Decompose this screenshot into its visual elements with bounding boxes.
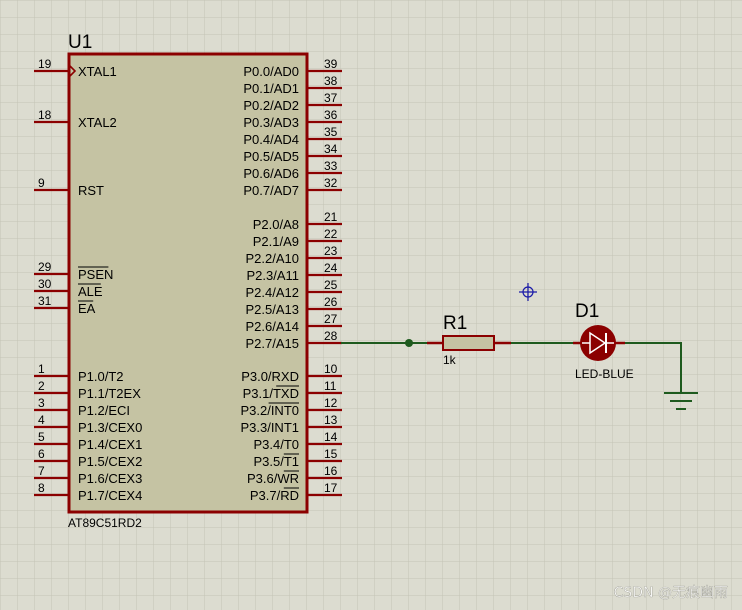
pin-name: EA bbox=[78, 301, 96, 316]
pin-number: 27 bbox=[324, 312, 338, 326]
pin-number: 18 bbox=[38, 108, 52, 122]
pin-number: 37 bbox=[324, 91, 338, 105]
pin-number: 31 bbox=[38, 294, 52, 308]
pin-number: 5 bbox=[38, 430, 45, 444]
pin-name: P2.5/A13 bbox=[246, 302, 300, 317]
pin-number: 19 bbox=[38, 57, 52, 71]
pin-name: P2.2/A10 bbox=[246, 251, 300, 266]
chip-ref-label: U1 bbox=[68, 32, 92, 53]
pin-name: P3.0/RXD bbox=[241, 369, 299, 384]
pin-number: 30 bbox=[38, 277, 52, 291]
pin-number: 6 bbox=[38, 447, 45, 461]
pin-name: P0.0/AD0 bbox=[243, 64, 299, 79]
pin-name: P0.6/AD6 bbox=[243, 166, 299, 181]
junction-dot bbox=[405, 339, 413, 347]
chip-u1[interactable]: U1 AT89C51RD2 19 XTAL118 XTAL29 RST29 PSEN30… bbox=[34, 32, 342, 530]
pin-number: 26 bbox=[324, 295, 338, 309]
schematic-canvas[interactable]: U1 AT89C51RD2 19 XTAL118 XTAL29 RST29 PSEN30… bbox=[0, 0, 742, 610]
resistor-ref-label: R1 bbox=[443, 313, 467, 334]
pin-number: 17 bbox=[324, 481, 338, 495]
pin-name: XTAL2 bbox=[78, 115, 117, 130]
pin-name: P1.0/T2 bbox=[78, 369, 124, 384]
pin-number: 22 bbox=[324, 227, 338, 241]
pin-number: 35 bbox=[324, 125, 338, 139]
pin-number: 12 bbox=[324, 396, 338, 410]
pin-number: 9 bbox=[38, 176, 45, 190]
pin-number: 2 bbox=[38, 379, 45, 393]
pin-name: P3.4/T0 bbox=[253, 437, 299, 452]
pin-number: 36 bbox=[324, 108, 338, 122]
led-part-label: LED-BLUE bbox=[575, 367, 634, 381]
pin-number: 29 bbox=[38, 260, 52, 274]
pin-number: 8 bbox=[38, 481, 45, 495]
pin-number: 24 bbox=[324, 261, 338, 275]
pin-name: P1.3/CEX0 bbox=[78, 420, 142, 435]
pin-number: 13 bbox=[324, 413, 338, 427]
pin-name: P3.2/INT0 bbox=[240, 403, 299, 418]
pin-number: 38 bbox=[324, 74, 338, 88]
pin-number: 16 bbox=[324, 464, 338, 478]
pin-name: P1.6/CEX3 bbox=[78, 471, 142, 486]
pin-number: 1 bbox=[38, 362, 45, 376]
pin-name: P1.1/T2EX bbox=[78, 386, 141, 401]
pin-name: P1.5/CEX2 bbox=[78, 454, 142, 469]
pin-name: P3.3/INT1 bbox=[240, 420, 299, 435]
pin-name: PSEN bbox=[78, 267, 113, 282]
chip-part-label: AT89C51RD2 bbox=[68, 516, 142, 530]
pin-number: 25 bbox=[324, 278, 338, 292]
pin-name: ALE bbox=[78, 284, 103, 299]
pin-number: 23 bbox=[324, 244, 338, 258]
resistor-body[interactable] bbox=[442, 335, 495, 351]
pin-name: P3.1/TXD bbox=[243, 386, 299, 401]
pin-number: 7 bbox=[38, 464, 45, 478]
pin-name: P1.2/ECI bbox=[78, 403, 130, 418]
pin-number: 33 bbox=[324, 159, 338, 173]
pin-name: P0.3/AD3 bbox=[243, 115, 299, 130]
pin-name: P0.4/AD4 bbox=[243, 132, 299, 147]
pin-name: P2.4/A12 bbox=[246, 285, 300, 300]
pin-number: 11 bbox=[324, 379, 337, 393]
pin-name: P2.1/A9 bbox=[253, 234, 299, 249]
pin-name: RST bbox=[78, 183, 104, 198]
pin-number: 21 bbox=[324, 210, 338, 224]
pin-number: 3 bbox=[38, 396, 45, 410]
pin-name: P0.2/AD2 bbox=[243, 98, 299, 113]
pin-name: P0.1/AD1 bbox=[243, 81, 299, 96]
led-ref-label: D1 bbox=[575, 301, 599, 322]
pin-number: 32 bbox=[324, 176, 338, 190]
resistor-value-label: 1k bbox=[443, 353, 457, 367]
pin-name: P2.0/A8 bbox=[253, 217, 299, 232]
pin-name: P2.6/A14 bbox=[246, 319, 300, 334]
pin-name: P0.7/AD7 bbox=[243, 183, 299, 198]
pin-name: P1.7/CEX4 bbox=[78, 488, 142, 503]
pin-number: 10 bbox=[324, 362, 338, 376]
pin-name: P3.5/T1 bbox=[253, 454, 299, 469]
pin-number: 34 bbox=[324, 142, 338, 156]
pin-number: 15 bbox=[324, 447, 338, 461]
pin-number: 14 bbox=[324, 430, 338, 444]
pin-name: P2.7/A15 bbox=[246, 336, 300, 351]
pin-number: 4 bbox=[38, 413, 45, 427]
pin-name: P2.3/A11 bbox=[246, 268, 299, 283]
pin-name: P3.7/RD bbox=[250, 488, 299, 503]
pin-name: XTAL1 bbox=[78, 64, 117, 79]
pin-number: 28 bbox=[324, 329, 338, 343]
pin-name: P1.4/CEX1 bbox=[78, 437, 142, 452]
watermark: CSDN @无痕幽雨 bbox=[614, 585, 728, 601]
pin-name: P0.5/AD5 bbox=[243, 149, 299, 164]
pin-number: 39 bbox=[324, 57, 338, 71]
pin-name: P3.6/WR bbox=[247, 471, 299, 486]
